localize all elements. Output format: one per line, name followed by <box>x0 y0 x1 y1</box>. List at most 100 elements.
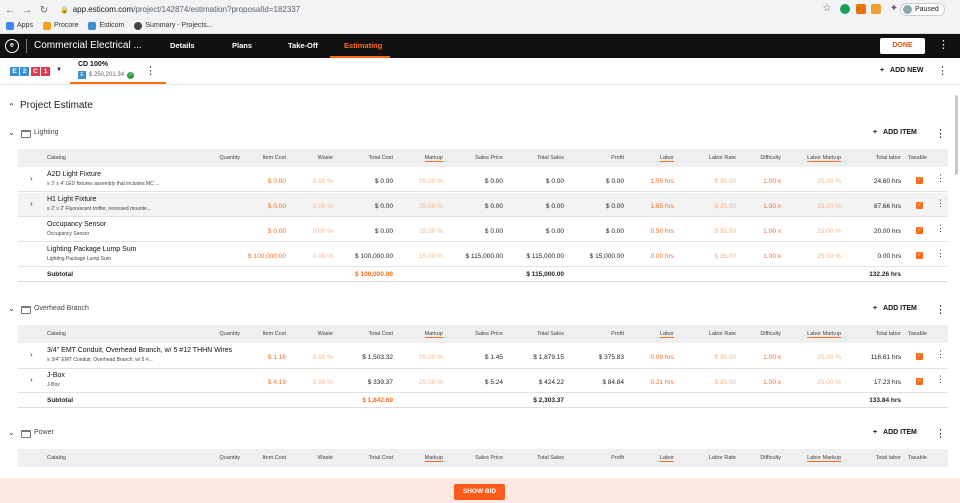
column-header-labor-rate[interactable]: Labor Rate <box>709 155 736 161</box>
column-header-quantity[interactable]: Quantity <box>220 331 240 337</box>
proposal-more-icon[interactable]: ⋮ <box>145 66 156 77</box>
badge-e[interactable]: E <box>10 67 19 76</box>
chevron-right-icon[interactable]: › <box>30 375 33 384</box>
add-new-button[interactable]: + ADD NEW <box>880 67 924 74</box>
column-header-total-labor[interactable]: Total labor <box>876 155 901 161</box>
cell-waste[interactable]: 0.00 % <box>313 178 333 185</box>
row-more-icon[interactable]: ⋮ <box>936 173 945 184</box>
chevron-right-icon[interactable]: › <box>30 350 33 359</box>
cell-labor-markup[interactable]: 25.00 % <box>817 203 841 210</box>
column-header-labor[interactable]: Labor <box>659 331 674 338</box>
column-header-labor[interactable]: Labor <box>659 455 674 462</box>
tab-take-off[interactable]: Take-Off <box>288 41 318 50</box>
row-more-icon[interactable]: ⋮ <box>936 248 945 259</box>
chevron-right-icon[interactable]: › <box>30 199 33 208</box>
show-bid-button[interactable]: SHOW BID <box>454 484 505 500</box>
column-header-labor-rate[interactable]: Labor Rate <box>709 455 736 461</box>
cell-labor[interactable]: 0.21 hrs <box>651 379 675 386</box>
back-icon[interactable]: ← <box>3 5 17 16</box>
row-more-icon[interactable]: ⋮ <box>936 223 945 234</box>
reload-icon[interactable]: ↻ <box>37 5 51 16</box>
item-name[interactable]: Lighting Package Lump Sum <box>47 246 137 253</box>
bookmark-esticom[interactable]: Esticom <box>88 21 124 30</box>
add-item-button[interactable]: + ADD ITEM <box>873 429 917 436</box>
taxable-checkbox[interactable]: ✓ <box>916 202 923 209</box>
cell-item-cost[interactable]: $ 0.00 <box>268 178 286 185</box>
cell-item-cost[interactable]: $ 100,000.00 <box>248 253 286 260</box>
column-header-quantity[interactable]: Quantity <box>220 455 240 461</box>
cell-waste[interactable]: 0.00 % <box>313 228 333 235</box>
column-header-profit[interactable]: Profit <box>611 331 624 337</box>
column-header-labor-rate[interactable]: Labor Rate <box>709 331 736 337</box>
item-name[interactable]: J-Box <box>47 372 65 379</box>
column-header-waste[interactable]: Waste <box>318 155 333 161</box>
group-more-icon[interactable]: ⋮ <box>935 305 946 316</box>
scrollbar[interactable] <box>955 95 958 175</box>
table-row[interactable]: Occupancy Sensor Occupancy Sensor $ 0.00 0.… <box>18 218 948 242</box>
badge-c[interactable]: C <box>31 67 40 76</box>
cell-difficulty[interactable]: 1.00 x <box>763 379 781 386</box>
column-header-labor[interactable]: Labor <box>659 155 674 162</box>
column-header-labor-markup[interactable]: Labor Markup <box>807 455 841 462</box>
project-name[interactable]: Commercial Electrical ... <box>34 40 142 51</box>
cell-labor-markup[interactable]: 25.00 % <box>817 379 841 386</box>
cell-labor[interactable]: 0.00 hrs <box>651 253 675 260</box>
cell-labor[interactable]: 1.59 hrs <box>651 178 675 185</box>
column-header-sales-price[interactable]: Sales Price <box>475 331 503 337</box>
cell-waste[interactable]: 0.00 % <box>313 253 333 260</box>
row-more-icon[interactable]: ⋮ <box>936 349 945 360</box>
column-header-total-cost[interactable]: Total Cost <box>369 331 393 337</box>
item-name[interactable]: A2D Light Fixture <box>47 171 101 178</box>
group-more-icon[interactable]: ⋮ <box>935 129 946 140</box>
cell-labor-rate[interactable]: $ 35.00 <box>714 203 736 210</box>
column-header-markup[interactable]: Markup <box>424 331 443 338</box>
item-name[interactable]: H1 Light Fixture <box>47 196 96 203</box>
bookmark-star-icon[interactable]: ☆ <box>820 3 834 14</box>
cell-markup[interactable]: 25.00 % <box>419 228 443 235</box>
cell-labor-rate[interactable]: $ 35.00 <box>714 354 736 361</box>
cell-labor-rate[interactable]: $ 35.00 <box>714 379 736 386</box>
column-header-total-labor[interactable]: Total labor <box>876 455 901 461</box>
group-name[interactable]: Lighting <box>34 129 59 136</box>
cell-difficulty[interactable]: 1.00 x <box>763 203 781 210</box>
more-vert-icon[interactable]: ⋮ <box>937 66 948 77</box>
column-header-item-cost[interactable]: Item Cost <box>262 155 286 161</box>
bookmark-apps[interactable]: Apps <box>6 21 33 30</box>
chevron-down-icon[interactable]: ⌄ <box>8 304 15 313</box>
taxable-checkbox[interactable]: ✓ <box>916 252 923 259</box>
column-header-labor-markup[interactable]: Labor Markup <box>807 155 841 162</box>
cell-labor-rate[interactable]: $ 35.00 <box>714 178 736 185</box>
extension-icon[interactable] <box>871 4 881 14</box>
cell-labor-rate[interactable]: $ 35.00 <box>714 228 736 235</box>
column-header-markup[interactable]: Markup <box>424 155 443 162</box>
cell-labor[interactable]: 0.50 hrs <box>651 228 675 235</box>
group-name[interactable]: Power <box>34 429 54 436</box>
column-header-sales-price[interactable]: Sales Price <box>475 155 503 161</box>
cell-waste[interactable]: 0.00 % <box>313 379 333 386</box>
cell-difficulty[interactable]: 1.00 x <box>763 228 781 235</box>
cell-item-cost[interactable]: $ 0.00 <box>268 203 286 210</box>
cell-labor-markup[interactable]: 25.00 % <box>817 253 841 260</box>
group-name[interactable]: Overhead Branch <box>34 305 89 312</box>
column-header-total-labor[interactable]: Total labor <box>876 331 901 337</box>
cell-waste[interactable]: 0.00 % <box>313 354 333 361</box>
esticom-logo-icon[interactable]: e <box>5 39 19 53</box>
add-item-button[interactable]: + ADD ITEM <box>873 305 917 312</box>
item-name[interactable]: 3/4" EMT Conduit, Overhead Branch, w/ 5 … <box>47 347 232 354</box>
cell-item-cost[interactable]: $ 4.19 <box>268 379 286 386</box>
column-header-profit[interactable]: Profit <box>611 455 624 461</box>
cell-difficulty[interactable]: 1.00 x <box>763 253 781 260</box>
column-header-difficulty[interactable]: Difficulty <box>760 331 781 337</box>
column-header-waste[interactable]: Waste <box>318 455 333 461</box>
collapse-chevron-icon[interactable]: ⌃ <box>8 102 15 111</box>
badge-2[interactable]: 2 <box>20 67 29 76</box>
address-bar[interactable]: 🔒 app.esticom.com /project/142874/estima… <box>60 2 840 17</box>
cell-markup[interactable]: 25.00 % <box>419 379 443 386</box>
chevron-down-icon[interactable]: ⌄ <box>8 428 15 437</box>
column-header-total-sales[interactable]: Total Sales <box>537 455 564 461</box>
badge-1[interactable]: 1 <box>41 67 50 76</box>
tab-estimating[interactable]: Estimating <box>344 41 382 50</box>
column-header-markup[interactable]: Markup <box>424 455 443 462</box>
bookmark-summary[interactable]: Summary - Projects... <box>134 21 213 30</box>
column-header-total-cost[interactable]: Total Cost <box>369 155 393 161</box>
